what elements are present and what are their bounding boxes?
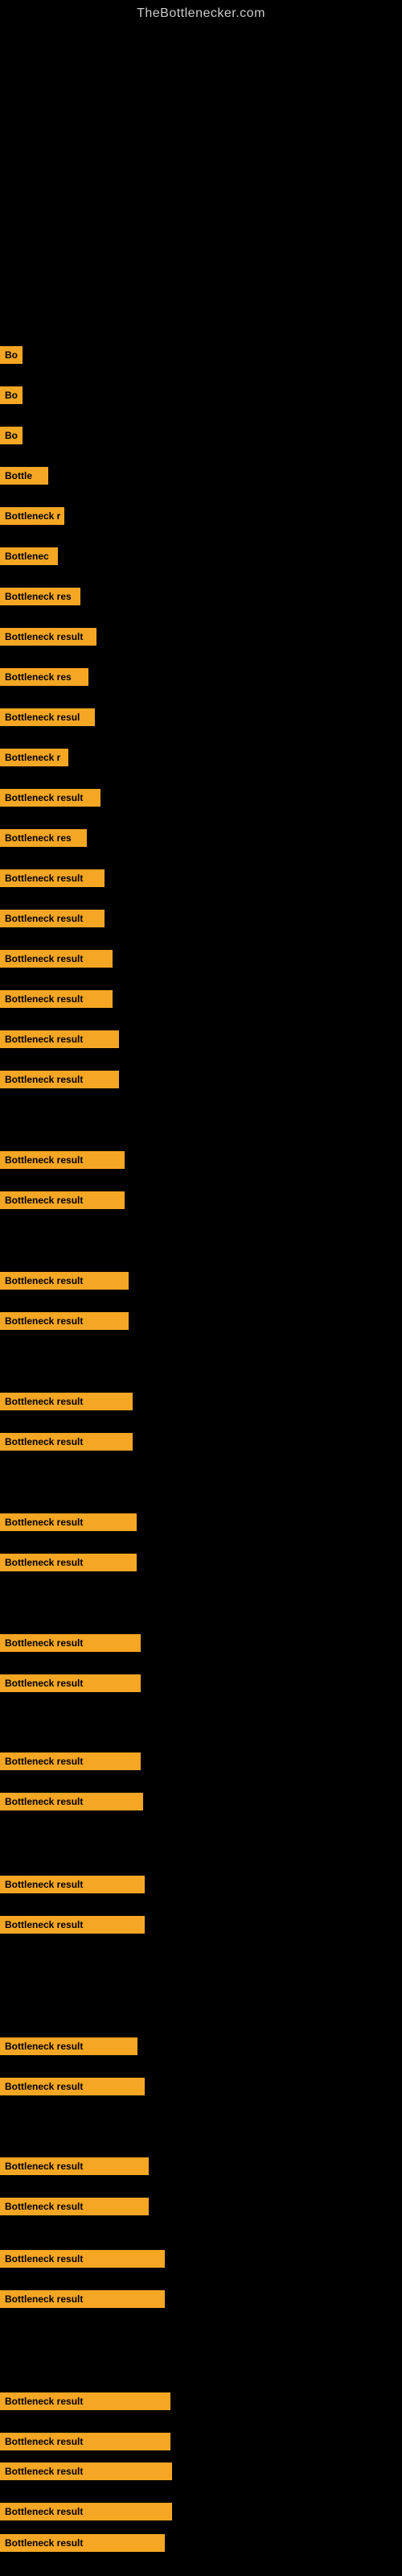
bar-item: Bo <box>0 386 23 404</box>
bottleneck-result-bar: Bottleneck result <box>0 1916 145 1934</box>
bottleneck-result-bar: Bottleneck result <box>0 1752 141 1770</box>
bottleneck-result-bar: Bottleneck result <box>0 628 96 646</box>
bar-item: Bottleneck result <box>0 2078 145 2095</box>
bar-item: Bottleneck result <box>0 628 96 646</box>
bottleneck-result-bar: Bottleneck result <box>0 990 113 1008</box>
bar-item: Bottle <box>0 467 48 485</box>
bar-item: Bottleneck result <box>0 2250 165 2268</box>
bottleneck-result-bar: Bottleneck result <box>0 1793 143 1810</box>
bottleneck-result-bar: Bottle <box>0 467 48 485</box>
bottleneck-result-bar: Bottlenec <box>0 547 58 565</box>
bar-item: Bottleneck result <box>0 1513 137 1531</box>
bar-item: Bottleneck result <box>0 2433 170 2450</box>
bar-item: Bottleneck result <box>0 1793 143 1810</box>
bottleneck-result-bar: Bottleneck result <box>0 950 113 968</box>
bar-item: Bottleneck res <box>0 829 87 847</box>
bottleneck-result-bar: Bottleneck result <box>0 869 105 887</box>
bottleneck-result-bar: Bo <box>0 346 23 364</box>
bottleneck-result-bar: Bottleneck result <box>0 2037 137 2055</box>
bar-item: Bottleneck result <box>0 789 100 807</box>
bar-item: Bo <box>0 346 23 364</box>
bar-item: Bottleneck result <box>0 2392 170 2410</box>
bottleneck-result-bar: Bottleneck result <box>0 2290 165 2308</box>
bottleneck-result-bar: Bottleneck result <box>0 1272 129 1290</box>
site-title: TheBottlenecker.com <box>0 0 402 24</box>
bar-item: Bottleneck result <box>0 2290 165 2308</box>
bottleneck-result-bar: Bottleneck result <box>0 2078 145 2095</box>
bar-item: Bottleneck result <box>0 2037 137 2055</box>
bar-item: Bottleneck result <box>0 990 113 1008</box>
bar-item: Bottlenec <box>0 547 58 565</box>
bar-item: Bottleneck r <box>0 507 64 525</box>
bottleneck-result-bar: Bottleneck result <box>0 2534 165 2552</box>
bottleneck-result-bar: Bottleneck result <box>0 1674 141 1692</box>
bar-item: Bo <box>0 427 23 444</box>
bar-item: Bottleneck result <box>0 2534 165 2552</box>
bottleneck-result-bar: Bottleneck result <box>0 2198 149 2215</box>
bar-item: Bottleneck result <box>0 1071 119 1088</box>
bar-item: Bottleneck result <box>0 2503 172 2520</box>
bottleneck-result-bar: Bottleneck res <box>0 588 80 605</box>
bar-item: Bottleneck result <box>0 1030 119 1048</box>
bottleneck-result-bar: Bottleneck result <box>0 1554 137 1571</box>
bar-item: Bottleneck result <box>0 1752 141 1770</box>
bottleneck-result-bar: Bottleneck result <box>0 1393 133 1410</box>
bottleneck-result-bar: Bottleneck result <box>0 2157 149 2175</box>
bar-item: Bottleneck result <box>0 1272 129 1290</box>
bar-item: Bottleneck res <box>0 668 88 686</box>
bar-item: Bottleneck result <box>0 869 105 887</box>
bar-item: Bottleneck result <box>0 1674 141 1692</box>
bottleneck-result-bar: Bottleneck result <box>0 2392 170 2410</box>
bottleneck-result-bar: Bottleneck result <box>0 2462 172 2480</box>
bar-item: Bottleneck result <box>0 2157 149 2175</box>
bottleneck-result-bar: Bottleneck r <box>0 749 68 766</box>
bar-item: Bottleneck result <box>0 1634 141 1652</box>
bottleneck-result-bar: Bottleneck result <box>0 910 105 927</box>
bottleneck-result-bar: Bottleneck result <box>0 1151 125 1169</box>
bar-item: Bottleneck result <box>0 1433 133 1451</box>
bar-item: Bottleneck result <box>0 1191 125 1209</box>
bottleneck-result-bar: Bottleneck result <box>0 2433 170 2450</box>
bar-item: Bottleneck result <box>0 2198 149 2215</box>
bottleneck-result-bar: Bottleneck result <box>0 1312 129 1330</box>
bar-item: Bottleneck result <box>0 2462 172 2480</box>
bar-item: Bottleneck result <box>0 910 105 927</box>
bottleneck-result-bar: Bottleneck resul <box>0 708 95 726</box>
bottleneck-result-bar: Bottleneck result <box>0 1071 119 1088</box>
bottleneck-result-bar: Bottleneck res <box>0 829 87 847</box>
bottleneck-result-bar: Bo <box>0 386 23 404</box>
bar-item: Bottleneck result <box>0 1312 129 1330</box>
bottleneck-result-bar: Bottleneck res <box>0 668 88 686</box>
bottleneck-result-bar: Bottleneck result <box>0 1634 141 1652</box>
bar-item: Bottleneck result <box>0 1393 133 1410</box>
bottleneck-result-bar: Bottleneck result <box>0 1433 133 1451</box>
bar-item: Bottleneck res <box>0 588 80 605</box>
bottleneck-result-bar: Bottleneck result <box>0 1030 119 1048</box>
bottleneck-result-bar: Bottleneck result <box>0 1191 125 1209</box>
bar-item: Bottleneck resul <box>0 708 95 726</box>
bottleneck-result-bar: Bottleneck result <box>0 1876 145 1893</box>
bottleneck-result-bar: Bottleneck result <box>0 2250 165 2268</box>
bottleneck-result-bar: Bo <box>0 427 23 444</box>
bar-item: Bottleneck result <box>0 1151 125 1169</box>
bar-item: Bottleneck r <box>0 749 68 766</box>
bar-item: Bottleneck result <box>0 1876 145 1893</box>
bar-item: Bottleneck result <box>0 950 113 968</box>
bottleneck-result-bar: Bottleneck result <box>0 2503 172 2520</box>
bottleneck-result-bar: Bottleneck result <box>0 789 100 807</box>
bottleneck-result-bar: Bottleneck result <box>0 1513 137 1531</box>
bar-item: Bottleneck result <box>0 1916 145 1934</box>
bottleneck-result-bar: Bottleneck r <box>0 507 64 525</box>
bar-item: Bottleneck result <box>0 1554 137 1571</box>
